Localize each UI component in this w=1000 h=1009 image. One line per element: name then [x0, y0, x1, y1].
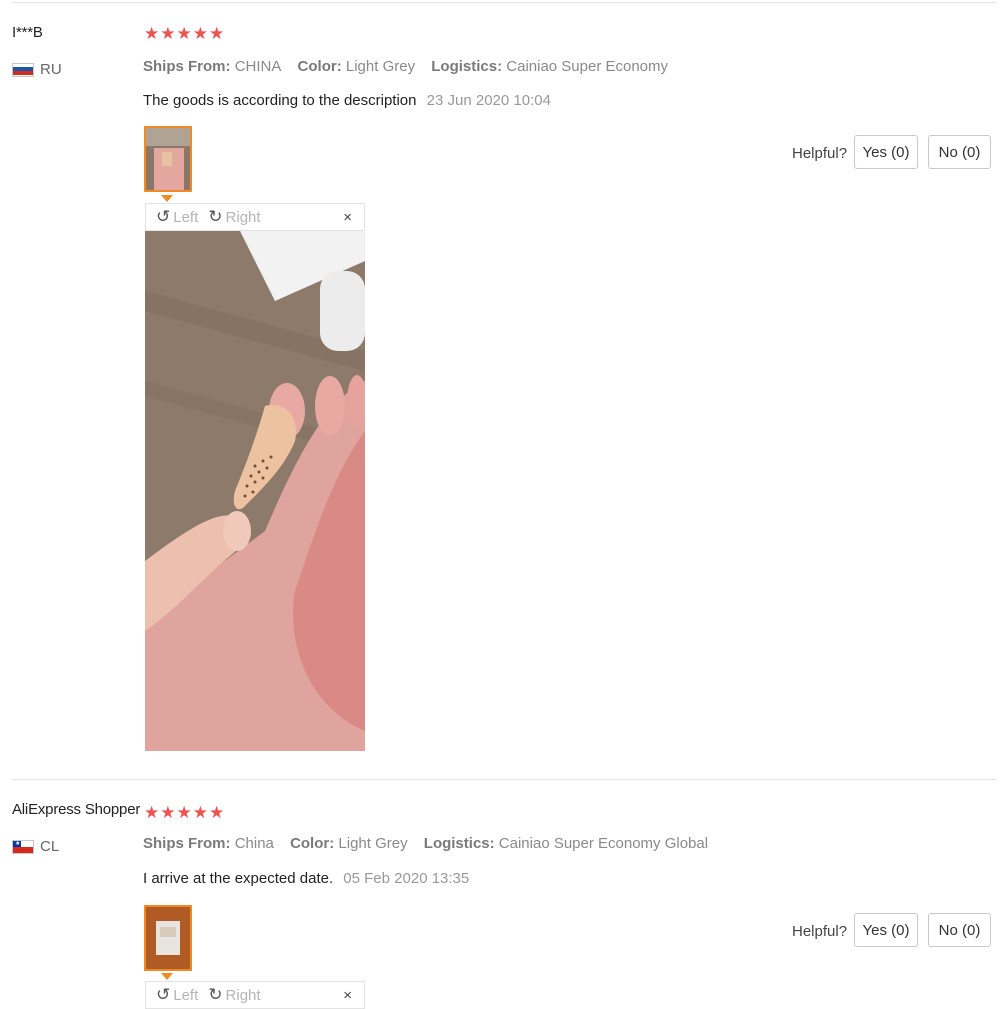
- logistics-value: Cainiao Super Economy: [506, 58, 669, 75]
- helpful-yes-button[interactable]: Yes (0): [854, 913, 918, 947]
- color-value: Light Grey: [338, 835, 408, 852]
- rotate-left-button[interactable]: ↺ Left: [156, 207, 198, 227]
- helpful-label: Helpful?: [792, 145, 848, 162]
- review-photo-large: [145, 231, 367, 751]
- rotate-right-button[interactable]: ↻ Right: [208, 985, 260, 1005]
- close-viewer-button[interactable]: ×: [343, 209, 352, 226]
- review-photo-thumbnail[interactable]: [144, 905, 192, 971]
- ships-from-label: Ships From:: [143, 58, 231, 75]
- country-code: RU: [40, 61, 62, 78]
- star-rating: ★★★★★: [144, 803, 226, 822]
- thumbnail-image: [146, 128, 190, 190]
- ships-from-value: China: [234, 835, 274, 852]
- review-divider: [12, 779, 997, 780]
- color-value: Light Grey: [345, 58, 416, 75]
- review-content: I arrive at the expected date. 05 Feb 20…: [143, 870, 469, 887]
- rotate-right-label: Right: [225, 208, 261, 226]
- rotate-right-label: Right: [225, 986, 261, 1004]
- review-date: 05 Feb 2020 13:35: [343, 870, 470, 887]
- rotate-left-button[interactable]: ↺ Left: [156, 985, 198, 1005]
- helpful-no-button[interactable]: No (0): [928, 913, 991, 947]
- star-rating: ★★★★★: [144, 24, 226, 43]
- rotate-right-button[interactable]: ↻ Right: [208, 207, 260, 227]
- order-info: Ships From: CHINA Color: Light Grey Logi…: [143, 58, 680, 75]
- helpful-yes-button[interactable]: Yes (0): [854, 135, 918, 169]
- reviewer-country: RU: [12, 61, 62, 78]
- rotate-right-icon: ↻: [208, 207, 223, 226]
- thumbnail-pointer: [161, 973, 173, 980]
- close-viewer-button[interactable]: ×: [343, 987, 352, 1004]
- reviewer-name: AliExpress Shopper: [12, 801, 141, 818]
- thumbnail-pointer: [161, 195, 173, 202]
- logistics-label: Logistics:: [431, 58, 503, 75]
- helpful-no-button[interactable]: No (0): [928, 135, 991, 169]
- rotate-left-label: Left: [173, 986, 199, 1004]
- top-divider: [12, 2, 997, 3]
- review-photo-image: [145, 231, 367, 751]
- review-date: 23 Jun 2020 10:04: [426, 92, 551, 109]
- rotate-left-icon: ↺: [156, 985, 171, 1004]
- review-content: The goods is according to the descriptio…: [143, 92, 551, 109]
- reviewer-country: ★ CL: [12, 838, 59, 855]
- thumbnail-image: [146, 907, 190, 969]
- image-viewer-toolbar: ↺ Left ↻ Right ×: [145, 203, 365, 231]
- reviewer-name: I***B: [12, 24, 43, 41]
- review-text: I arrive at the expected date.: [143, 870, 334, 887]
- color-label: Color:: [290, 835, 335, 852]
- ships-from-value: CHINA: [234, 58, 282, 75]
- ships-from-label: Ships From:: [143, 835, 231, 852]
- russia-flag-icon: [12, 62, 34, 77]
- rotate-left-icon: ↺: [156, 207, 171, 226]
- color-label: Color:: [297, 58, 342, 75]
- rotate-right-icon: ↻: [208, 985, 223, 1004]
- image-viewer-toolbar: ↺ Left ↻ Right ×: [145, 981, 365, 1009]
- logistics-label: Logistics:: [423, 835, 495, 852]
- order-info: Ships From: China Color: Light Grey Logi…: [143, 835, 720, 852]
- country-code: CL: [40, 838, 60, 855]
- review-photo-thumbnail[interactable]: [144, 126, 192, 192]
- logistics-value: Cainiao Super Economy Global: [498, 835, 709, 852]
- review-text: The goods is according to the descriptio…: [143, 92, 417, 109]
- chile-flag-icon: ★: [12, 839, 34, 854]
- helpful-label: Helpful?: [792, 923, 848, 940]
- rotate-left-label: Left: [173, 208, 199, 226]
